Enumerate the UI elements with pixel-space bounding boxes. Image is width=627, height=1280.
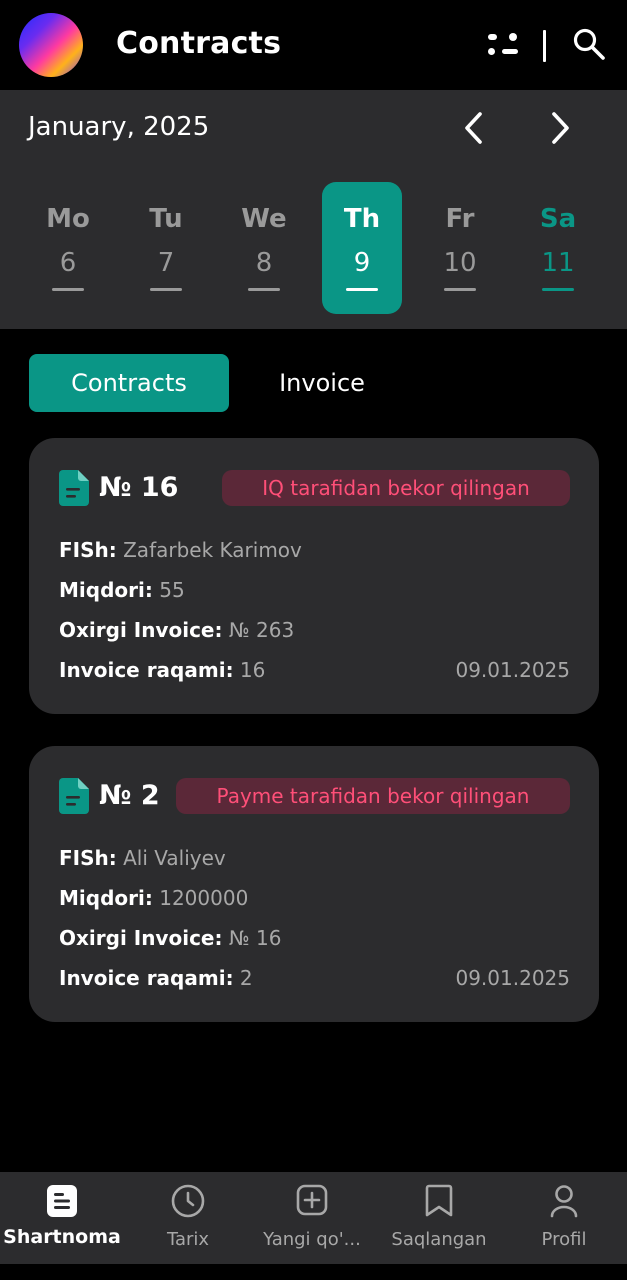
nav-label: Tarix [166, 1229, 210, 1250]
nav-item-yangi[interactable]: Yangi qo'... [250, 1172, 374, 1264]
day-underline [346, 288, 378, 291]
bottom-nav: Shartnoma Tarix Yangi qo'... Saqlangan P… [0, 1172, 627, 1264]
nav-item-tarix[interactable]: Tarix [128, 1172, 248, 1264]
day-underline [150, 288, 182, 291]
document-icon [47, 1185, 77, 1217]
day-date: 6 [59, 248, 77, 278]
day-date: 10 [443, 248, 477, 278]
contract-card[interactable]: № 16 IQ tarafidan bekor qilingan FISh: Z… [29, 438, 599, 714]
status-badge: IQ tarafidan bekor qilingan [222, 470, 570, 506]
day-date: 9 [353, 248, 371, 278]
day-name: Fr [445, 204, 475, 234]
invoice-number-label: Invoice raqami: [59, 658, 234, 682]
day-monday[interactable]: Mo 6 [28, 182, 108, 314]
contract-number: № 2 [99, 780, 160, 811]
invoice-number-value: 2 [239, 966, 253, 990]
contract-number: № 16 [99, 472, 179, 503]
day-underline [444, 288, 476, 291]
amount-value: 55 [159, 578, 185, 602]
nav-label: Profil [541, 1229, 587, 1250]
day-date: 7 [157, 248, 175, 278]
day-date: 11 [541, 248, 575, 278]
fish-value: Ali Valiyev [123, 846, 226, 870]
invoice-number-value: 16 [239, 658, 266, 682]
document-icon [59, 778, 89, 814]
tab-invoice[interactable]: Invoice [229, 354, 415, 412]
nav-label: Saqlangan [391, 1229, 487, 1250]
add-square-icon [296, 1184, 328, 1216]
day-underline [248, 288, 280, 291]
day-friday[interactable]: Fr 10 [420, 182, 500, 314]
last-invoice-value: № 263 [228, 618, 295, 642]
amount-row: Miqdori: 1200000 [59, 886, 248, 910]
day-saturday[interactable]: Sa 11 [518, 182, 598, 314]
month-label: January, 2025 [28, 112, 210, 142]
last-invoice-row: Oxirgi Invoice: № 263 [59, 618, 294, 642]
day-underline [52, 288, 84, 291]
day-strip: Mo 6 Tu 7 We 8 Th 9 Fr 10 Sa 11 [0, 182, 627, 314]
nav-item-profil[interactable]: Profil [504, 1172, 624, 1264]
search-icon[interactable] [572, 27, 606, 61]
fish-value: Zafarbek Karimov [123, 538, 302, 562]
day-date: 8 [255, 248, 273, 278]
last-invoice-label: Oxirgi Invoice: [59, 926, 223, 950]
invoice-number-row: Invoice raqami: 16 [59, 658, 265, 682]
avatar[interactable] [19, 13, 83, 77]
bookmark-icon [425, 1184, 453, 1217]
header-divider [543, 30, 546, 62]
chevron-right-icon[interactable] [540, 108, 580, 148]
last-invoice-value: № 16 [228, 926, 282, 950]
user-icon [550, 1185, 578, 1218]
last-invoice-row: Oxirgi Invoice: № 16 [59, 926, 281, 950]
week-calendar: January, 2025 Mo 6 Tu 7 We 8 Th 9 Fr 10 [0, 90, 627, 329]
fish-row: FISh: Zafarbek Karimov [59, 538, 302, 562]
filter-icon[interactable] [486, 29, 520, 61]
amount-value: 1200000 [159, 886, 249, 910]
status-badge: Payme tarafidan bekor qilingan [176, 778, 570, 814]
day-name: Tu [149, 204, 183, 234]
fish-label: FISh: [59, 538, 117, 562]
chevron-left-icon[interactable] [454, 108, 494, 148]
amount-row: Miqdori: 55 [59, 578, 185, 602]
day-name: Sa [539, 204, 577, 234]
day-wednesday[interactable]: We 8 [224, 182, 304, 314]
nav-item-saqlangan[interactable]: Saqlangan [378, 1172, 500, 1264]
amount-label: Miqdori: [59, 578, 153, 602]
contract-date: 09.01.2025 [455, 966, 570, 990]
day-name: We [241, 204, 287, 234]
document-icon [59, 470, 89, 506]
clock-icon [171, 1184, 205, 1218]
nav-label: Shartnoma [3, 1226, 121, 1248]
nav-label: Yangi qo'... [263, 1229, 361, 1250]
day-name: Th [343, 204, 381, 234]
contract-date: 09.01.2025 [455, 658, 570, 682]
invoice-number-row: Invoice raqami: 2 [59, 966, 253, 990]
day-name: Mo [46, 204, 90, 234]
day-thursday-selected[interactable]: Th 9 [322, 182, 402, 314]
tab-contracts[interactable]: Contracts [29, 354, 229, 412]
invoice-number-label: Invoice raqami: [59, 966, 234, 990]
fish-row: FISh: Ali Valiyev [59, 846, 226, 870]
last-invoice-label: Oxirgi Invoice: [59, 618, 223, 642]
app-bar: Contracts [0, 0, 627, 90]
day-underline [542, 288, 574, 291]
nav-item-shartnoma[interactable]: Shartnoma [0, 1172, 124, 1264]
day-tuesday[interactable]: Tu 7 [126, 182, 206, 314]
page-title: Contracts [116, 26, 282, 61]
fish-label: FISh: [59, 846, 117, 870]
amount-label: Miqdori: [59, 886, 153, 910]
contract-card[interactable]: № 2 Payme tarafidan bekor qilingan FISh:… [29, 746, 599, 1022]
